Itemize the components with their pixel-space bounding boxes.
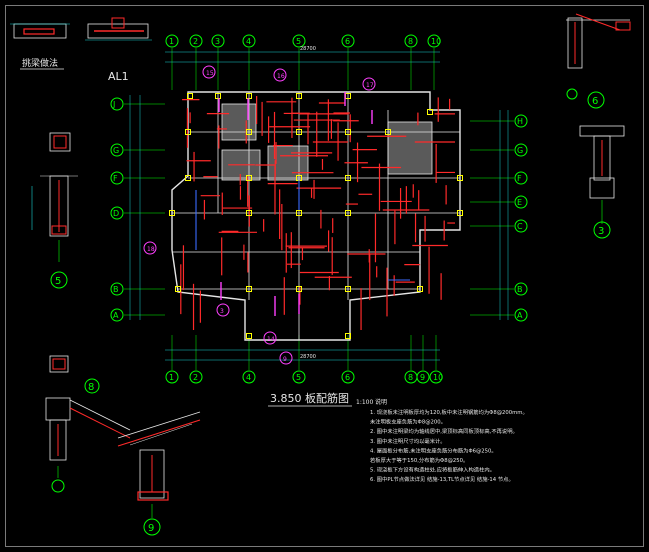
- notes-label: 说明: [375, 398, 387, 406]
- axis-label-left: D: [113, 209, 119, 218]
- note-line: 1. 现浇板未注明板厚均为120,板中未注明钢筋均为Φ8@200mm。: [370, 408, 528, 416]
- svg-text:6: 6: [592, 96, 598, 107]
- section-9-detail: 9: [117, 411, 201, 536]
- axis-label-bottom: 8: [408, 373, 413, 382]
- axis-label-left: G: [113, 146, 119, 155]
- axis-label-left: B: [113, 285, 119, 294]
- cad-drawing-canvas[interactable]: 挑梁做法 AL1 5 8 9 6 3 1 2 3 4 5 6 8 10 1 2 …: [0, 0, 649, 552]
- cantilever-detail-title: 挑梁做法: [22, 57, 58, 69]
- section-tag-label: 9: [283, 356, 287, 363]
- axis-label-top: 6: [345, 37, 350, 46]
- axis-label-right: E: [517, 198, 522, 207]
- svg-text:3: 3: [598, 226, 604, 237]
- axis-label-right: F: [517, 174, 522, 183]
- design-notes: 1. 现浇板未注明板厚均为120,板中未注明钢筋均为Φ8@200mm。 未注明板…: [370, 408, 528, 483]
- top-overall-dimension: 28700: [300, 46, 316, 52]
- note-line: 5. 现浇板下方设有构造柱处,应将板筋伸入构造柱内。: [370, 466, 495, 474]
- section-tag-label: 3: [220, 308, 224, 315]
- section-3-detail: 3: [579, 125, 625, 239]
- cantilever-detail-group: 挑梁做法 AL1: [10, 17, 152, 83]
- svg-text:9: 9: [148, 523, 154, 534]
- axis-label-right: H: [517, 117, 523, 126]
- plan-title: 3.850 板配筋图: [270, 391, 349, 405]
- axis-label-right: C: [517, 222, 523, 231]
- section-tags: 15 16 17 18 3 14 9: [143, 65, 376, 365]
- note-line: 6. 图中PL节点做法详见 结施-13,TL节点详见 结施-14 节点。: [370, 475, 514, 483]
- axis-label-bottom: 2: [193, 373, 198, 382]
- stair-hatch-area: [387, 121, 433, 175]
- axis-label-right: G: [517, 146, 523, 155]
- cantilever-detail-a: [13, 23, 67, 39]
- axis-label-top: 2: [193, 37, 198, 46]
- axis-label-bottom: 1: [169, 373, 174, 382]
- axis-label-top: 8: [408, 37, 413, 46]
- axis-label-bottom: 9: [420, 373, 425, 382]
- note-line: 若板厚大于等于150,分布筋为Φ8@250。: [370, 456, 468, 464]
- axis-label-bottom: 4: [246, 373, 251, 382]
- cantilever-detail-a-rebar: [23, 28, 55, 35]
- section-tag-label: 17: [366, 82, 374, 89]
- axis-label-top: 3: [215, 37, 220, 46]
- axis-label-left: F: [113, 174, 118, 183]
- axis-label-right: B: [517, 285, 523, 294]
- axis-label-bottom: 6: [345, 373, 350, 382]
- axis-grid: 1 2 3 4 5 6 8 101 2 4 5 6 8 9 10JGFDBAHGFECBA287002870…: [110, 34, 528, 384]
- section-5-detail: 5: [31, 132, 78, 289]
- al1-label: AL1: [108, 70, 129, 83]
- bottom-overall-dimension: 28700: [300, 354, 316, 360]
- axis-label-bottom: 10: [433, 373, 443, 382]
- axis-label-top: 1: [169, 37, 174, 46]
- axis-label-left: J: [112, 100, 115, 109]
- note-line: 2. 图中未注明梁均为轴线居中,梁顶标高同板顶标高,不再说明。: [370, 427, 518, 435]
- structural-plan-drawing[interactable]: 挑梁做法 AL1 5 8 9 6 3 1 2 3 4 5 6 8 101 2 4…: [0, 0, 649, 552]
- plan-title-block: 3.850 板配筋图 1:100 说明: [268, 391, 387, 407]
- svg-text:8: 8: [88, 382, 94, 393]
- section-tag-label: 16: [277, 73, 285, 80]
- plan-scale: 1:100: [356, 399, 373, 406]
- axis-label-right: A: [517, 311, 523, 320]
- note-line: 未注明板支座负筋为Φ8@200。: [370, 418, 446, 426]
- section-6-detail: 6: [566, 13, 631, 109]
- axis-label-top: 10: [431, 37, 441, 46]
- section-tag-label: 14: [267, 336, 275, 343]
- plan-walls: [171, 91, 461, 341]
- axis-label-bottom: 5: [296, 373, 301, 382]
- note-line: 4. 屋面板分布筋,未注明支座负筋分布筋为Φ6@250。: [370, 446, 497, 454]
- note-line: 3. 图中未注明尺寸均以毫米计。: [370, 437, 446, 445]
- section-8-detail: 8: [45, 355, 131, 493]
- svg-text:5: 5: [55, 276, 61, 287]
- section-tag-label: 18: [147, 246, 155, 253]
- axis-label-top: 4: [246, 37, 251, 46]
- axis-label-top: 5: [296, 37, 301, 46]
- axis-label-left: A: [113, 311, 119, 320]
- section-tag-label: 15: [206, 70, 214, 77]
